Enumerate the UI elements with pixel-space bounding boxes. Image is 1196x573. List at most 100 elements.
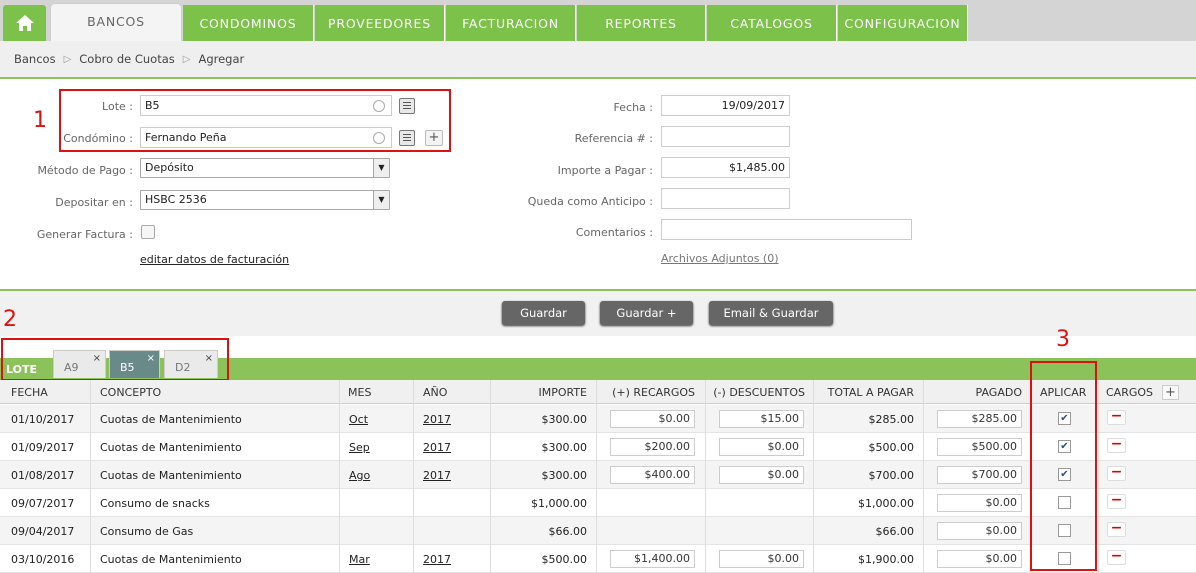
email-guardar-button[interactable]: Email & Guardar bbox=[709, 301, 833, 325]
fecha-input[interactable]: 19/09/2017 bbox=[661, 95, 790, 116]
descuentos-input[interactable]: $0.00 bbox=[719, 550, 804, 568]
dropdown-arrow-icon[interactable]: ▼ bbox=[373, 191, 389, 209]
annotation-box-3 bbox=[1030, 361, 1097, 571]
metodo-value: Depósito bbox=[145, 161, 194, 174]
col-descuentos[interactable]: (-) DESCUENTOS bbox=[710, 386, 805, 399]
descuentos-input[interactable]: $15.00 bbox=[719, 410, 804, 428]
table-row: 01/10/2017 Cuotas de Mantenimiento Oct 2017… bbox=[0, 405, 1196, 433]
col-anio[interactable]: AÑO bbox=[423, 386, 447, 399]
remove-charge-button[interactable]: − bbox=[1107, 465, 1126, 481]
comentarios-input[interactable] bbox=[661, 219, 912, 240]
cell-total: $66.00 bbox=[875, 525, 915, 538]
archivos-adjuntos-link[interactable]: Archivos Adjuntos (0) bbox=[661, 252, 779, 265]
remove-charge-button[interactable]: − bbox=[1107, 493, 1126, 509]
cell-anio-link[interactable]: 2017 bbox=[423, 413, 451, 426]
table-row: 03/10/2016 Cuotas de Mantenimiento Mar 2017… bbox=[0, 545, 1196, 573]
importe-label: Importe a Pagar : bbox=[557, 164, 653, 177]
breadcrumb-bancos[interactable]: Bancos bbox=[14, 52, 56, 66]
tab-facturacion[interactable]: FACTURACION bbox=[446, 5, 576, 41]
cell-total: $1,000.00 bbox=[858, 497, 914, 510]
recargos-input[interactable]: $400.00 bbox=[610, 466, 695, 484]
cell-total: $700.00 bbox=[868, 469, 915, 482]
pagado-input[interactable]: $0.00 bbox=[937, 550, 1022, 568]
cell-total: $1,900.00 bbox=[858, 553, 914, 566]
remove-charge-button[interactable]: − bbox=[1107, 437, 1126, 453]
home-icon bbox=[15, 15, 34, 31]
column-divider bbox=[413, 380, 414, 572]
cell-fecha: 01/09/2017 bbox=[11, 441, 75, 454]
editar-facturacion-link[interactable]: editar datos de facturación bbox=[140, 253, 289, 266]
descuentos-input[interactable]: $0.00 bbox=[719, 466, 804, 484]
pagado-input[interactable]: $285.00 bbox=[937, 410, 1022, 428]
tab-condominos[interactable]: CONDOMINOS bbox=[183, 5, 314, 41]
col-total[interactable]: TOTAL A PAGAR bbox=[815, 386, 914, 399]
pagado-input[interactable]: $700.00 bbox=[937, 466, 1022, 484]
metodo-label: Método de Pago : bbox=[37, 164, 133, 177]
tab-catalogos[interactable]: CATALOGOS bbox=[707, 5, 837, 41]
pagado-input[interactable]: $0.00 bbox=[937, 494, 1022, 512]
column-divider bbox=[705, 380, 706, 572]
cell-anio-link[interactable]: 2017 bbox=[423, 553, 451, 566]
recargos-input[interactable]: $1,400.00 bbox=[610, 550, 695, 568]
remove-charge-button[interactable]: − bbox=[1107, 521, 1126, 537]
cell-anio-link[interactable]: 2017 bbox=[423, 469, 451, 482]
depositar-select[interactable]: HSBC 2536 ▼ bbox=[140, 190, 390, 210]
col-fecha[interactable]: FECHA bbox=[11, 386, 48, 399]
column-divider bbox=[596, 380, 597, 572]
cell-total: $285.00 bbox=[868, 413, 915, 426]
fecha-label: Fecha : bbox=[613, 101, 653, 114]
cell-importe: $300.00 bbox=[541, 441, 588, 454]
generar-factura-checkbox[interactable] bbox=[141, 225, 155, 239]
referencia-input[interactable] bbox=[661, 126, 790, 147]
breadcrumb-cobro[interactable]: Cobro de Cuotas bbox=[79, 52, 174, 66]
col-mes[interactable]: MES bbox=[348, 386, 371, 399]
annotation-box-2 bbox=[1, 338, 229, 381]
column-divider bbox=[923, 380, 924, 572]
depositar-value: HSBC 2536 bbox=[145, 193, 207, 206]
pagado-input[interactable]: $0.00 bbox=[937, 522, 1022, 540]
tab-bancos[interactable]: BANCOS bbox=[50, 3, 182, 41]
col-cargos[interactable]: CARGOS bbox=[1106, 386, 1153, 399]
col-importe[interactable]: IMPORTE bbox=[500, 386, 587, 399]
cell-mes-link[interactable]: Ago bbox=[349, 469, 370, 482]
dropdown-arrow-icon[interactable]: ▼ bbox=[373, 159, 389, 177]
cell-concepto: Cuotas de Mantenimiento bbox=[100, 553, 242, 566]
cell-anio-link[interactable]: 2017 bbox=[423, 441, 451, 454]
table-row: 09/07/2017 Consumo de snacks $1,000.00 $1,0… bbox=[0, 489, 1196, 517]
table-row: 01/08/2017 Cuotas de Mantenimiento Ago 2017… bbox=[0, 461, 1196, 489]
recargos-input[interactable]: $200.00 bbox=[610, 438, 695, 456]
tab-reportes[interactable]: REPORTES bbox=[577, 5, 706, 41]
cell-importe: $500.00 bbox=[541, 553, 588, 566]
cell-importe: $1,000.00 bbox=[531, 497, 587, 510]
col-recargos[interactable]: (+) RECARGOS bbox=[600, 386, 695, 399]
metodo-select[interactable]: Depósito ▼ bbox=[140, 158, 390, 178]
importe-input[interactable]: $1,485.00 bbox=[661, 157, 790, 178]
guardar-button[interactable]: Guardar bbox=[502, 301, 585, 325]
table-row: 01/09/2017 Cuotas de Mantenimiento Sep 2017… bbox=[0, 433, 1196, 461]
cell-importe: $300.00 bbox=[541, 469, 588, 482]
cell-concepto: Cuotas de Mantenimiento bbox=[100, 441, 242, 454]
remove-charge-button[interactable]: − bbox=[1107, 549, 1126, 565]
referencia-label: Referencia # : bbox=[574, 132, 653, 145]
anticipo-input[interactable] bbox=[661, 188, 790, 209]
annotation-number-3: 3 bbox=[1056, 327, 1070, 352]
breadcrumb-separator-icon: ▷ bbox=[182, 53, 191, 65]
cell-mes-link[interactable]: Oct bbox=[349, 413, 368, 426]
tab-configuracion[interactable]: CONFIGURACION bbox=[838, 5, 968, 41]
col-pagado[interactable]: PAGADO bbox=[930, 386, 1022, 399]
breadcrumb: Bancos ▷ Cobro de Cuotas ▷ Agregar bbox=[0, 41, 1196, 79]
guardar-plus-button[interactable]: Guardar + bbox=[600, 301, 693, 325]
col-concepto[interactable]: CONCEPTO bbox=[100, 386, 161, 399]
add-charge-button[interactable]: + bbox=[1162, 385, 1179, 400]
cell-mes-link[interactable]: Mar bbox=[349, 553, 370, 566]
descuentos-input[interactable]: $0.00 bbox=[719, 438, 804, 456]
cell-mes-link[interactable]: Sep bbox=[349, 441, 370, 454]
annotation-number-1: 1 bbox=[33, 108, 47, 133]
tab-proveedores[interactable]: PROVEEDORES bbox=[315, 5, 445, 41]
home-button[interactable] bbox=[3, 5, 46, 41]
recargos-input[interactable]: $0.00 bbox=[610, 410, 695, 428]
remove-charge-button[interactable]: − bbox=[1107, 409, 1126, 425]
pagado-input[interactable]: $500.00 bbox=[937, 438, 1022, 456]
column-divider bbox=[339, 380, 340, 572]
cell-concepto: Cuotas de Mantenimiento bbox=[100, 413, 242, 426]
